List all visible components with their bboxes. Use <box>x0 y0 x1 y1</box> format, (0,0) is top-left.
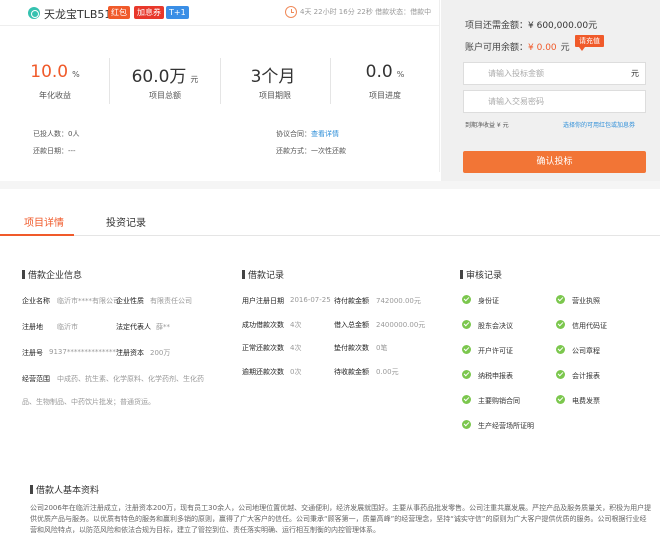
stat-term-label: 项目期限 <box>259 91 291 100</box>
stat-term: 3个月 <box>250 67 296 87</box>
loan-record-value: 0.00元 <box>376 368 399 376</box>
tab-invest-records[interactable]: 投资记录 <box>106 214 146 229</box>
stat-annual-yield: 10.0% <box>30 62 80 82</box>
business-scope-line: 品、生物制品、中药饮片批发；普通货运。 <box>22 398 155 406</box>
tab-project-detail[interactable]: 项目详情 <box>24 214 64 229</box>
check-icon <box>462 295 471 304</box>
company-name-value: 临沂市****有限公司 <box>57 297 120 305</box>
tag-t-plus-1: T+1 <box>166 6 189 19</box>
stat-divider <box>330 58 331 104</box>
repay-date: 还款日期：--- <box>33 147 76 155</box>
check-icon <box>556 320 565 329</box>
loan-record-value: 0次 <box>290 368 302 376</box>
check-icon <box>556 295 565 304</box>
loan-record-title: 借款记录 <box>242 268 284 281</box>
business-scope-label: 经营范围 <box>22 375 50 383</box>
recharge-button[interactable]: 请充值 <box>575 35 604 51</box>
stat-divider <box>220 58 221 104</box>
loan-record-value: 0笔 <box>376 344 388 352</box>
check-icon <box>556 345 565 354</box>
company-nature-value: 有限责任公司 <box>150 297 192 305</box>
review-item: 营业执照 <box>572 297 600 305</box>
borrower-description: 公司2006年在临沂注册成立，注册资本200万，现有员工30余人，公司地理位置优… <box>30 504 652 534</box>
remaining-amount: 项目还需金额：¥ 600,000.00元 <box>465 21 598 31</box>
business-scope-line: 中成药、抗生素、化学原料、化学药剂、生化药 <box>57 375 204 383</box>
loan-record-key: 借入总金额 <box>334 321 369 329</box>
stat-divider <box>109 58 110 104</box>
loan-record-key: 待付款金额 <box>334 297 369 305</box>
check-icon <box>462 320 471 329</box>
review-item: 电费发票 <box>572 397 600 405</box>
company-info-title: 借款企业信息 <box>22 268 82 281</box>
legal-rep-value: 薛** <box>156 323 170 331</box>
reg-no-label: 注册号 <box>22 349 43 357</box>
tag-interest-coupon: 加息券 <box>134 6 164 19</box>
check-icon <box>556 395 565 404</box>
product-logo-icon <box>28 7 40 19</box>
loan-record-key: 正常还款次数 <box>242 344 284 352</box>
check-icon <box>462 370 471 379</box>
company-nature-label: 企业性质 <box>116 297 144 305</box>
review-item: 股东会决议 <box>478 322 513 330</box>
stat-progress: 0.0% <box>365 62 405 82</box>
available-balance: 账户可用余额：¥ 0.00 元 <box>465 43 570 53</box>
review-item: 会计报表 <box>572 372 600 380</box>
stat-progress-label: 项目进度 <box>369 91 401 100</box>
agreement-row: 协议合同：查看详情 <box>276 130 339 138</box>
reg-capital-value: 200万 <box>150 349 171 357</box>
company-name-label: 企业名称 <box>22 297 50 305</box>
invested-count: 已投人数：0人 <box>33 130 80 138</box>
detail-tabs <box>0 205 660 236</box>
active-tab-indicator <box>0 234 74 236</box>
coupon-link[interactable]: 选择你的可用红包或加息券 <box>563 120 635 129</box>
stat-annual-yield-label: 年化收益 <box>39 91 71 100</box>
review-item: 信用代码证 <box>572 322 607 330</box>
repay-method: 还款方式：一次性还款 <box>276 147 346 155</box>
check-icon <box>462 395 471 404</box>
review-item: 生产经营场所证明 <box>478 422 534 430</box>
loan-record-key: 待收款金额 <box>334 368 369 376</box>
check-icon <box>556 370 565 379</box>
loan-record-key: 垫付款次数 <box>334 344 369 352</box>
amount-unit: 元 <box>631 69 639 78</box>
review-item: 身份证 <box>478 297 499 305</box>
clock-icon <box>285 6 297 18</box>
review-record-title: 审核记录 <box>460 268 502 281</box>
invest-amount-input[interactable]: 请输入投标金额 元 <box>463 62 646 85</box>
check-icon <box>462 345 471 354</box>
reg-place-value: 临沂市 <box>57 323 78 331</box>
loan-record-key: 成功借款次数 <box>242 321 284 329</box>
borrower-info-title: 借款人基本资料 <box>30 483 99 496</box>
confirm-invest-button[interactable]: 确认投标 <box>463 151 646 173</box>
loan-record-key: 逾期还款次数 <box>242 368 284 376</box>
agreement-link[interactable]: 查看详情 <box>311 130 339 138</box>
reg-no-value: 9137**************** <box>49 348 123 356</box>
loan-record-value: 4次 <box>290 321 302 329</box>
loan-record-value: 2400000.00元 <box>376 321 426 329</box>
expected-income: 到期净收益 ¥ 元 <box>465 122 509 129</box>
loan-record-key: 用户注册日期 <box>242 297 284 305</box>
reg-capital-label: 注册资本 <box>116 349 144 357</box>
review-item: 主要购销合同 <box>478 397 520 405</box>
section-gap <box>0 181 660 189</box>
loan-record-value: 742000.00元 <box>376 297 421 305</box>
review-item: 开户许可证 <box>478 347 513 355</box>
stat-total-amount: 60.0万元 <box>131 67 199 87</box>
tag-red-packet: 红包 <box>108 6 130 19</box>
loan-record-value: 2016-07-25 <box>290 296 331 304</box>
review-item: 纳税申报表 <box>478 372 513 380</box>
loan-record-value: 4次 <box>290 344 302 352</box>
trade-password-input[interactable]: 请输入交易密码 <box>463 90 646 113</box>
reg-place-label: 注册地 <box>22 323 43 331</box>
review-item: 公司章程 <box>572 347 600 355</box>
legal-rep-label: 法定代表人 <box>116 323 151 331</box>
stat-total-amount-label: 项目总额 <box>149 91 181 100</box>
countdown-text: 4天 22小时 16分 22秒 借款状态：借款中 <box>300 8 432 16</box>
check-icon <box>462 420 471 429</box>
